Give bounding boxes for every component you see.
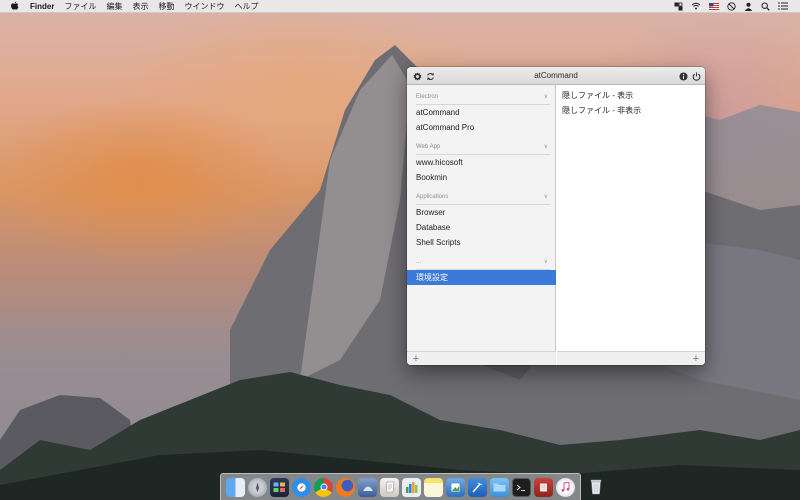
group-header-label: Electron xyxy=(416,94,439,100)
command-list-footer: + xyxy=(557,351,705,365)
sidebar-item-hicosoft[interactable]: www.hicosoft xyxy=(407,155,556,170)
command-show-hidden-files[interactable]: 隠しファイル - 表示 xyxy=(562,90,633,102)
spotlight-search-icon[interactable] xyxy=(761,2,770,11)
apple-menu-icon[interactable] xyxy=(10,1,20,11)
atcommand-window: atCommand Electron ∨ atCommand atCommand… xyxy=(407,67,705,365)
mission-control-icon[interactable] xyxy=(270,477,289,497)
power-icon[interactable] xyxy=(690,70,702,82)
itunes-icon[interactable] xyxy=(556,477,575,497)
status-menus xyxy=(674,1,788,11)
preview-icon[interactable] xyxy=(446,477,465,497)
script-editor-icon[interactable] xyxy=(380,477,399,497)
window-titlebar[interactable]: atCommand xyxy=(407,67,705,85)
numbers-icon[interactable] xyxy=(402,477,421,497)
group-header-web-app[interactable]: Web App ∨ xyxy=(416,141,550,155)
do-not-disturb-icon[interactable] xyxy=(727,1,736,11)
menu-edit[interactable]: 編集 xyxy=(106,0,122,13)
command-list: 隠しファイル - 表示 隠しファイル - 非表示 + xyxy=(557,85,705,365)
group-header-electron[interactable]: Electron ∨ xyxy=(416,91,550,105)
atcommand-status-icon[interactable] xyxy=(674,2,683,11)
sidebar-item-shell-scripts[interactable]: Shell Scripts xyxy=(407,235,556,250)
folder-icon[interactable] xyxy=(490,477,509,497)
user-icon[interactable] xyxy=(744,2,753,11)
us-flag-input-icon[interactable] xyxy=(709,2,719,10)
xcode-icon[interactable] xyxy=(468,477,487,497)
chevron-down-icon[interactable]: ∨ xyxy=(544,141,548,153)
finder-icon[interactable] xyxy=(226,477,245,497)
menu-window[interactable]: ウインドウ xyxy=(184,0,224,13)
notes-icon[interactable] xyxy=(424,477,443,497)
sidebar-item-preferences[interactable]: 環境設定 xyxy=(407,270,556,285)
firefox-icon[interactable] xyxy=(336,477,355,497)
book-icon[interactable] xyxy=(534,477,553,497)
trash-icon[interactable] xyxy=(586,478,605,497)
chrome-icon[interactable] xyxy=(314,477,333,497)
group-header-applications[interactable]: Applications ∨ xyxy=(416,191,550,205)
sidebar-item-database[interactable]: Database xyxy=(407,220,556,235)
chevron-down-icon[interactable]: ∨ xyxy=(544,256,548,268)
group-header-label: Web App xyxy=(416,144,441,150)
menu-view[interactable]: 表示 xyxy=(132,0,148,13)
group-header-label: Applications xyxy=(416,194,449,200)
menu-go[interactable]: 移動 xyxy=(158,0,174,13)
sidebar-item-atcommand-pro[interactable]: atCommand Pro xyxy=(407,120,556,135)
menu-app-name[interactable]: Finder xyxy=(30,0,54,13)
chevron-down-icon[interactable]: ∨ xyxy=(544,191,548,203)
dock xyxy=(220,473,601,500)
notification-center-icon[interactable] xyxy=(778,2,788,10)
sidebar-item-bookmin[interactable]: Bookmin xyxy=(407,170,556,185)
group-header-other[interactable]: ... ∨ xyxy=(416,256,550,270)
group-header-label: ... xyxy=(416,259,422,265)
info-icon[interactable] xyxy=(677,70,689,82)
wifi-icon[interactable] xyxy=(691,2,701,10)
sidebar-item-atcommand[interactable]: atCommand xyxy=(407,105,556,120)
migration-icon[interactable] xyxy=(358,477,377,497)
window-title: atCommand xyxy=(534,71,578,80)
menu-bar: Finder ファイル 編集 表示 移動 ウインドウ ヘルプ xyxy=(0,0,800,13)
chevron-down-icon[interactable]: ∨ xyxy=(544,91,548,103)
safari-icon[interactable] xyxy=(292,477,311,497)
sidebar: Electron ∨ atCommand atCommand Pro Web A… xyxy=(407,85,556,365)
menu-file[interactable]: ファイル xyxy=(64,0,96,13)
terminal-icon[interactable] xyxy=(512,477,531,497)
add-command-button[interactable]: + xyxy=(690,353,702,365)
sidebar-item-browser[interactable]: Browser xyxy=(407,205,556,220)
sidebar-footer: + xyxy=(407,351,556,365)
launchpad-icon[interactable] xyxy=(248,477,267,497)
command-hide-hidden-files[interactable]: 隠しファイル - 非表示 xyxy=(562,105,641,117)
add-group-button[interactable]: + xyxy=(410,353,422,365)
menu-help[interactable]: ヘルプ xyxy=(234,0,258,13)
